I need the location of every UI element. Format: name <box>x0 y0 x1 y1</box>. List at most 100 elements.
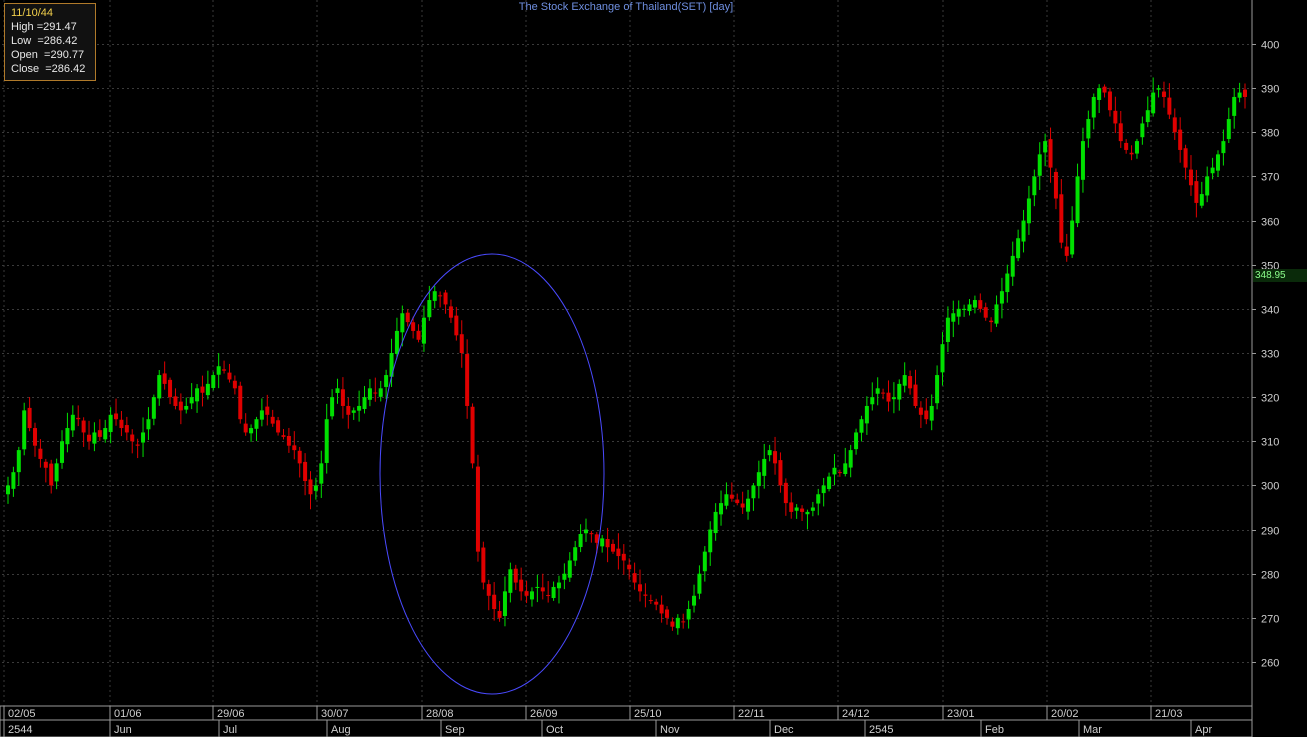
x-month-label: Jul <box>223 724 237 736</box>
candle-body <box>1226 119 1231 140</box>
candle-body <box>600 538 605 547</box>
x-date-label: 20/02 <box>1051 708 1079 720</box>
candle-body <box>848 450 853 468</box>
candle-body <box>1172 117 1177 133</box>
candle-body <box>1043 141 1048 153</box>
x-month-label: Dec <box>774 724 794 736</box>
candle-body <box>983 307 988 318</box>
candle-body <box>519 579 524 592</box>
candle-body <box>1070 220 1075 255</box>
candle-body <box>475 466 480 552</box>
candle-body <box>454 315 459 336</box>
candle-series <box>6 77 1247 635</box>
candle-body <box>378 388 383 397</box>
grid-lines <box>2 0 1252 706</box>
candle-body <box>1075 176 1080 224</box>
candle-body <box>1129 152 1134 155</box>
candle-body <box>33 428 38 446</box>
candlestick-chart[interactable]: 2602702802903003103203303403503603703803… <box>0 0 1307 737</box>
candle-body <box>394 330 399 354</box>
candle-body <box>362 397 367 410</box>
candle-body <box>162 373 167 384</box>
candle-body <box>76 417 81 420</box>
candle-body <box>1188 169 1193 186</box>
candle-body <box>945 317 950 342</box>
candle-body <box>1243 89 1247 97</box>
candle-body <box>632 573 637 583</box>
x-month-label: Apr <box>1195 724 1212 736</box>
candle-body <box>502 591 507 617</box>
candle-body <box>735 499 740 504</box>
candle-body <box>643 594 648 596</box>
y-tick-label: 330 <box>1261 349 1279 361</box>
candle-body <box>1156 88 1161 90</box>
candle-body <box>800 508 805 512</box>
candle-body <box>43 461 48 468</box>
candle-body <box>346 405 351 415</box>
candle-body <box>654 601 659 605</box>
candle-body <box>816 494 821 504</box>
candle-body <box>281 435 286 437</box>
y-tick-label: 370 <box>1261 172 1279 184</box>
x-date-label: 02/05 <box>8 708 36 720</box>
candle-body <box>486 584 491 596</box>
candle-body <box>1080 141 1085 180</box>
candle-body <box>1059 194 1064 243</box>
candle-body <box>400 313 405 333</box>
candle-body <box>767 450 772 456</box>
candle-body <box>605 538 610 548</box>
y-tick-label: 340 <box>1261 305 1279 317</box>
candle-body <box>146 419 151 430</box>
candle-body <box>438 295 443 297</box>
candle-body <box>205 383 210 396</box>
candle-body <box>702 551 707 572</box>
x-axis: 02/05 01/06 29/06 30/07 28/08 26/09 25/10 22/11… <box>0 705 1253 737</box>
x-date-label: 30/07 <box>321 708 349 720</box>
x-month-label: Sep <box>445 724 465 736</box>
candle-body <box>335 388 340 393</box>
candle-body <box>22 410 27 450</box>
candle-body <box>238 385 243 420</box>
candle-body <box>616 548 621 557</box>
ohlc-info-box: 11/10/44 High =291.47 Low =286.42 Open =… <box>4 3 96 81</box>
candle-body <box>794 507 799 511</box>
candle-body <box>151 397 156 419</box>
candle-body <box>972 300 977 308</box>
candle-body <box>195 388 200 402</box>
candle-body <box>1097 88 1102 100</box>
candle-body <box>746 498 751 512</box>
candle-body <box>675 617 680 629</box>
candle-body <box>443 292 448 305</box>
candle-body <box>837 472 842 474</box>
candle-body <box>1205 176 1210 196</box>
candle-body <box>513 568 518 583</box>
candle-body <box>535 586 540 588</box>
candle-body <box>524 591 529 596</box>
candle-body <box>719 503 724 515</box>
x-date-label: 26/09 <box>530 708 558 720</box>
candle-body <box>762 458 767 476</box>
candle-body <box>103 428 108 440</box>
candle-body <box>497 611 502 618</box>
candle-body <box>843 463 848 475</box>
candle-body <box>540 587 545 592</box>
candle-body <box>935 375 940 404</box>
candle-body <box>421 317 426 344</box>
candle-body <box>659 604 664 614</box>
candle-body <box>929 405 934 421</box>
candle-body <box>686 609 691 620</box>
candle-body <box>1107 91 1112 111</box>
candle-body <box>92 432 97 444</box>
candle-body <box>216 366 221 375</box>
candle-body <box>918 407 923 415</box>
candle-body <box>692 595 697 606</box>
candle-body <box>962 308 967 310</box>
candle-body <box>967 304 972 312</box>
candle-body <box>854 432 859 450</box>
candle-body <box>1145 110 1150 123</box>
candle-body <box>141 432 146 443</box>
y-tick-label: 320 <box>1261 393 1279 405</box>
current-price-tag: 348.95 <box>1253 269 1307 282</box>
candle-body <box>416 330 421 340</box>
candle-body <box>367 388 372 400</box>
